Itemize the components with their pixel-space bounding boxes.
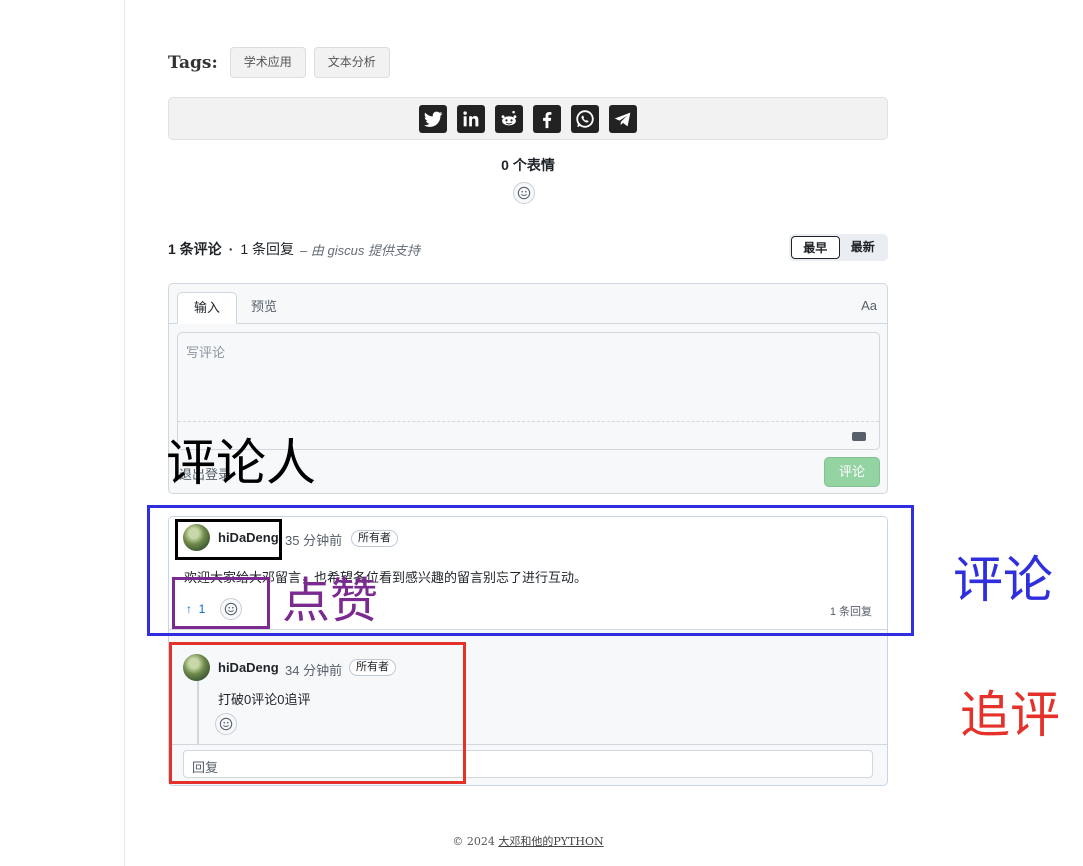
markdown-icon: [852, 432, 866, 441]
reddit-icon[interactable]: [495, 104, 523, 133]
telegram-icon[interactable]: [609, 104, 637, 133]
tag-chip[interactable]: 文本分析: [313, 47, 390, 78]
left-sidebar-rule: [124, 0, 125, 866]
sort-newest-button[interactable]: 最新: [840, 236, 887, 259]
separator-dot: ·: [228, 241, 234, 257]
followup-annotation-box: [169, 642, 466, 784]
comment-placeholder: 写评论: [186, 345, 226, 360]
font-toggle-button[interactable]: Aa: [861, 298, 877, 313]
editor-tabs: 输入 预览 Aa: [169, 284, 887, 324]
discussion-header: 1 条评论 · 1 条回复 – 由 giscus 提供支持: [168, 239, 420, 259]
footer-copyright: © 2024: [452, 835, 495, 848]
commenter-annotation-label: 评论人: [166, 435, 316, 491]
tag-chip[interactable]: 学术应用: [229, 47, 306, 78]
linkedin-icon[interactable]: [457, 104, 485, 133]
tags-row: Tags: 学术应用 文本分析: [168, 47, 398, 78]
sort-oldest-button[interactable]: 最早: [791, 236, 840, 259]
footer: © 2024 大邓和他的PYTHON: [168, 833, 888, 849]
textarea-divider: [178, 421, 879, 422]
like-annotation-box: [172, 577, 270, 629]
tab-preview[interactable]: 预览: [235, 292, 293, 324]
tags-label: Tags:: [168, 52, 218, 73]
followup-annotation-label: 追评: [960, 687, 1060, 743]
replies-count: 1 条回复: [240, 241, 295, 257]
twitter-icon[interactable]: [419, 104, 447, 133]
comments-count: 1 条评论: [168, 241, 222, 257]
facebook-icon[interactable]: [533, 104, 561, 133]
comment-textarea[interactable]: 写评论: [177, 332, 880, 450]
comment-annotation-label: 评论: [953, 552, 1053, 608]
sort-toggle: 最早 最新: [789, 234, 888, 261]
tab-input[interactable]: 输入: [177, 292, 238, 324]
commenter-annotation-box: [175, 519, 282, 560]
reactions-count: 0 个表情: [501, 157, 555, 173]
like-annotation-label: 点赞: [282, 575, 379, 628]
add-reaction-icon[interactable]: [513, 182, 535, 204]
submit-comment-button[interactable]: 评论: [824, 457, 880, 487]
whatsapp-icon[interactable]: [571, 104, 599, 133]
powered-by[interactable]: – 由 giscus 提供支持: [300, 240, 420, 259]
footer-site-link[interactable]: 大邓和他的PYTHON: [498, 835, 603, 848]
share-bar: [168, 97, 888, 140]
